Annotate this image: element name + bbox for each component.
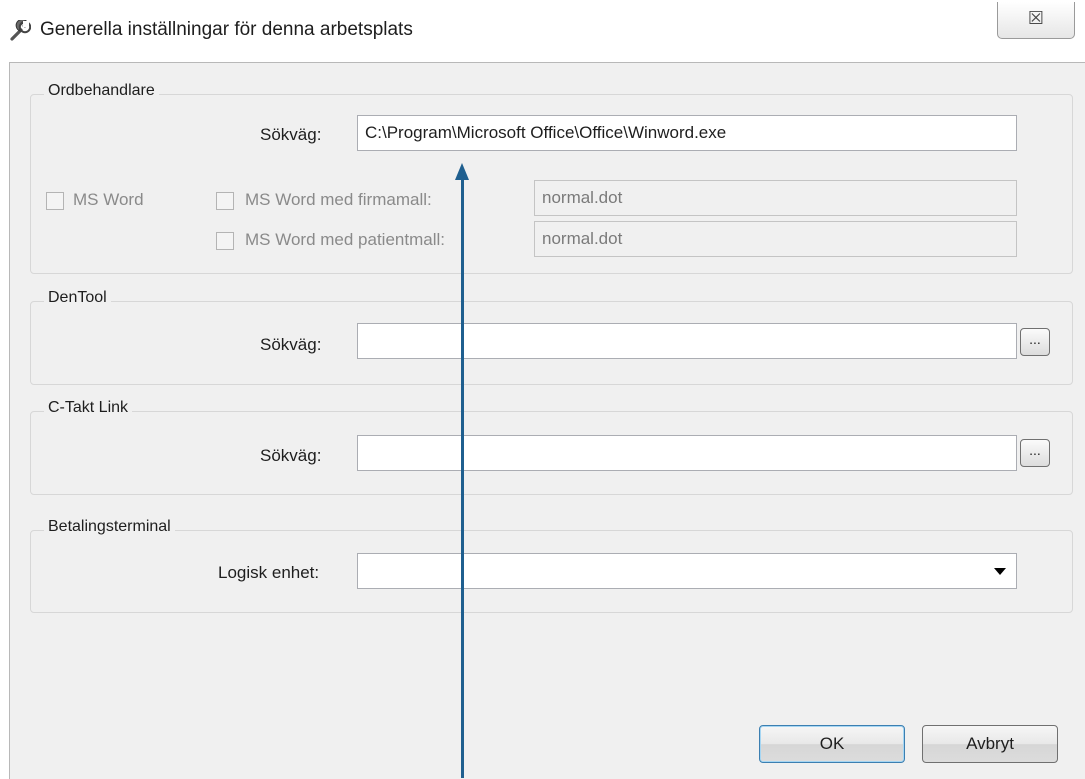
dentool-path-input[interactable] (357, 323, 1017, 359)
dialog-body: Ordbehandlare Sökväg: C:\Program\Microso… (9, 62, 1085, 779)
ctakt-browse-button[interactable]: ... (1020, 439, 1050, 467)
wrench-icon (10, 20, 31, 41)
group-dentool: DenTool Sökväg: ... (30, 289, 1073, 385)
ctakt-path-label: Sökväg: (260, 446, 322, 465)
patientmall-template-input[interactable]: normal.dot (534, 221, 1017, 257)
close-button[interactable]: ☒ (997, 2, 1075, 39)
group-ordbehandlare: Ordbehandlare Sökväg: C:\Program\Microso… (30, 82, 1073, 274)
group-legend-ordbehandlare: Ordbehandlare (44, 82, 159, 100)
title-bar: Generella inställningar för denna arbets… (0, 0, 1085, 62)
window-title: Generella inställningar för denna arbets… (40, 19, 413, 40)
close-icon: ☒ (1027, 8, 1045, 28)
logical-device-dropdown[interactable] (357, 553, 1017, 589)
ms-word-checkbox[interactable] (46, 192, 64, 210)
ok-button[interactable]: OK (759, 725, 905, 763)
dentool-path-label: Sökväg: (260, 335, 322, 354)
ctakt-path-input[interactable] (357, 435, 1017, 471)
path-label: Sökväg: (260, 125, 322, 144)
group-legend-betalingsterminal: Betalingsterminal (44, 518, 175, 536)
ms-word-firmamall-label: MS Word med firmamall: (245, 190, 432, 209)
ms-word-patientmall-label: MS Word med patientmall: (245, 230, 445, 249)
ms-word-firmamall-checkbox[interactable] (216, 192, 234, 210)
dentool-browse-button[interactable]: ... (1020, 328, 1050, 356)
logical-device-label: Logisk enhet: (218, 563, 320, 582)
ms-word-label: MS Word (73, 190, 144, 209)
group-ctakt-link: C-Takt Link Sökväg: ... (30, 399, 1073, 495)
annotation-arrow-line (461, 178, 464, 778)
chevron-down-icon[interactable] (994, 568, 1006, 575)
group-betalingsterminal: Betalingsterminal Logisk enhet: (30, 518, 1073, 613)
firmamall-template-input[interactable]: normal.dot (534, 180, 1017, 216)
group-legend-ctakt-link: C-Takt Link (44, 399, 133, 417)
group-legend-dentool: DenTool (44, 289, 111, 307)
ms-word-patientmall-checkbox[interactable] (216, 232, 234, 250)
cancel-button[interactable]: Avbryt (922, 725, 1058, 763)
wordprocessor-path-input[interactable]: C:\Program\Microsoft Office\Office\Winwo… (357, 115, 1017, 151)
